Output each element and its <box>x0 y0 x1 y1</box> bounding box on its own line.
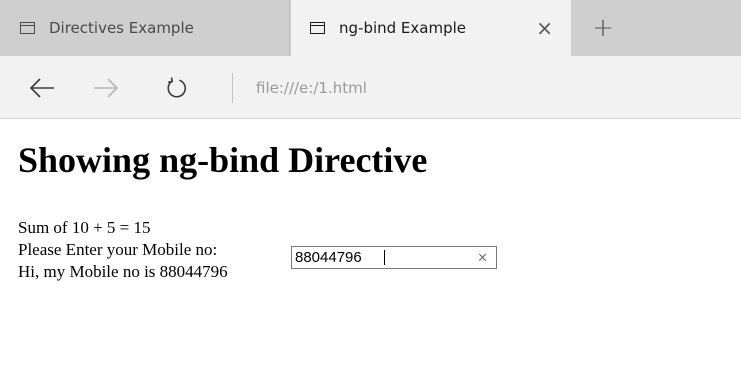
tab-strip: Directives Example ng-bind Example × + <box>0 0 741 56</box>
navigation-bar: file:///e:/1.html <box>0 56 741 119</box>
mobile-prompt-label: Please Enter your Mobile no: <box>18 240 218 259</box>
new-tab-button[interactable]: + <box>584 0 622 56</box>
refresh-icon <box>167 76 187 98</box>
sum-text: Sum of 10 + 5 = 15 <box>18 218 151 237</box>
tab-label: ng-bind Example <box>339 19 467 37</box>
back-button[interactable] <box>20 56 64 119</box>
refresh-button[interactable] <box>154 56 198 119</box>
tab-page-icon <box>310 22 325 34</box>
address-bar[interactable]: file:///e:/1.html <box>256 56 367 119</box>
address-divider <box>232 73 233 103</box>
mobile-echo-text: Hi, my Mobile no is 88044796 <box>18 262 228 281</box>
clear-input-icon[interactable]: × <box>477 251 488 264</box>
browser-window: Directives Example ng-bind Example × + f… <box>0 0 741 379</box>
close-tab-icon[interactable]: × <box>536 18 553 38</box>
tab-ng-bind-example[interactable]: ng-bind Example × <box>291 0 571 56</box>
mobile-input[interactable] <box>292 247 472 268</box>
tab-directives-example[interactable]: Directives Example <box>0 0 290 56</box>
tab-label: Directives Example <box>49 19 194 37</box>
mobile-field[interactable]: × <box>291 246 497 269</box>
tab-page-icon <box>20 22 35 34</box>
page-title: Showing ng-bind Directive <box>18 140 428 180</box>
arrow-left-icon <box>29 77 54 98</box>
text-caret <box>384 250 385 265</box>
address-url: file:///e:/1.html <box>256 78 367 97</box>
arrow-right-icon <box>94 77 119 98</box>
forward-button[interactable] <box>84 56 128 119</box>
